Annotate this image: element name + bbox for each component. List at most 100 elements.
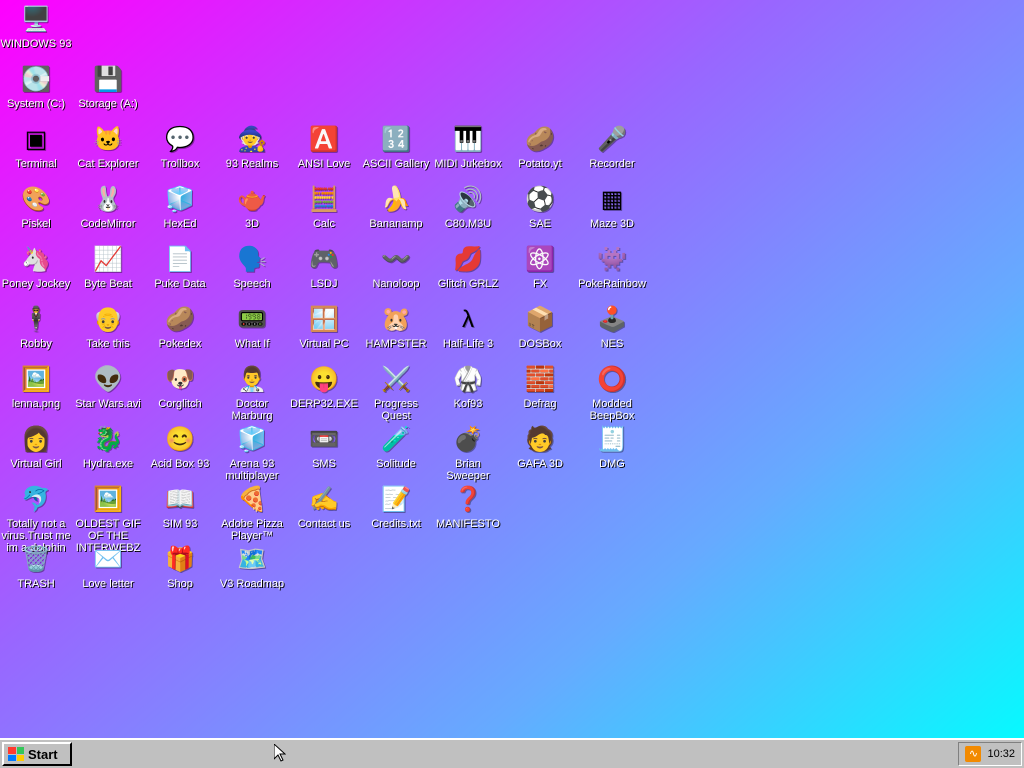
desktop-icon-label: Terminal — [15, 158, 57, 170]
taskbar: Start ∿ 10:32 — [0, 738, 1024, 768]
lips-icon: 💋 — [453, 246, 483, 273]
mine-icon: 💣 — [453, 426, 483, 453]
desktop-icon-sim-93[interactable]: 📖 SIM 93 — [144, 484, 216, 530]
desktop-icon-label: Speech — [233, 278, 271, 290]
drive-icon: 💽 — [21, 66, 51, 93]
desktop-icon-shop[interactable]: 🎁 Shop — [144, 544, 216, 590]
desktop-icon-label: ANSI Love — [297, 158, 351, 170]
desktop-icon-label: Star Wars.avi — [75, 398, 141, 410]
desktop-icon-pokedex[interactable]: 🥔 Pokedex — [144, 304, 216, 350]
desktop-icon-label: C80.M3U — [444, 218, 492, 230]
desktop-icon-3d[interactable]: 🫖 3D — [216, 184, 288, 230]
desktop-icon-acid-box-93[interactable]: 😊 Acid Box 93 — [144, 424, 216, 470]
desktop-icon-poney-jockey[interactable]: 🦄 Poney Jockey — [0, 244, 72, 290]
desktop-icon-derp32-exe[interactable]: 😛 DERP32.EXE — [288, 364, 360, 410]
desktop-icon-gafa-3d[interactable]: 🧑 GAFA 3D — [504, 424, 576, 470]
desktop-icon-half-life-3[interactable]: λ Half-Life 3 — [432, 304, 504, 350]
old-man-icon: 👴 — [93, 306, 123, 333]
desktop-icon-hexed[interactable]: 🧊 HexEd — [144, 184, 216, 230]
desktop-icon-glitch-grlz[interactable]: 💋 Glitch GRLZ — [432, 244, 504, 290]
desktop-icon-doctor-marburg[interactable]: 👨‍⚕️ Doctor Marburg — [216, 364, 288, 422]
desktop-icon-maze-3d[interactable]: ▦ Maze 3D — [576, 184, 648, 230]
desktop-icon-lsdj[interactable]: 🎮 LSDJ — [288, 244, 360, 290]
desktop-icon-label: Puke Data — [154, 278, 206, 290]
desktop-icon-contact-us[interactable]: ✍️ Contact us — [288, 484, 360, 530]
desktop-icon-love-letter[interactable]: ✉️ Love letter — [72, 544, 144, 590]
desktop-icon-solitude[interactable]: 🧪 Solitude — [360, 424, 432, 470]
text-file-icon: 📝 — [381, 486, 411, 513]
calculator-icon: 🧮 — [309, 186, 339, 213]
microphone-icon: 🎤 — [597, 126, 627, 153]
desktop-icon-arena-93-multiplayer[interactable]: 🧊 Arena 93 multiplayer — [216, 424, 288, 482]
desktop-icon-trollbox[interactable]: 💬 Trollbox — [144, 124, 216, 170]
desktop-icon-dosbox[interactable]: 📦 DOSBox — [504, 304, 576, 350]
desktop-icon-v3-roadmap[interactable]: 🗺️ V3 Roadmap — [216, 544, 288, 590]
desktop[interactable]: 🖥️ WINDOWS 93 💽 System (C:) 💾 Storage (A:) ▣ Te… — [0, 0, 1024, 738]
desktop-icon-speech[interactable]: 🗣️ Speech — [216, 244, 288, 290]
desktop-icon-manifesto[interactable]: ❓ MANIFESTO — [432, 484, 504, 530]
desktop-icon-label: MIDI Jukebox — [434, 158, 502, 170]
desktop-icon-lenna-png[interactable]: 🖼️ lenna.png — [0, 364, 72, 410]
smiley-icon: 😊 — [165, 426, 195, 453]
desktop-icon-adobe-pizza-player[interactable]: 🍕 Adobe Pizza Player™ — [216, 484, 288, 542]
desktop-icon-fx[interactable]: ⚛️ FX — [504, 244, 576, 290]
desktop-icon-sae[interactable]: ⚽ SAE — [504, 184, 576, 230]
desktop-icon-dmg[interactable]: 🧾 DMG — [576, 424, 648, 470]
desktop-icon-hampster[interactable]: 🐹 HAMPSTER — [360, 304, 432, 350]
desktop-icon-label: Pokedex — [158, 338, 202, 350]
desktop-icon-storage-a[interactable]: 💾 Storage (A:) — [72, 64, 144, 110]
desktop-icon-c80-m3u[interactable]: 🔊 C80.M3U — [432, 184, 504, 230]
desktop-icon-codemirror[interactable]: 🐰 CodeMirror — [72, 184, 144, 230]
desktop-icon-puke-data[interactable]: 📄 Puke Data — [144, 244, 216, 290]
desktop-icon-what-if[interactable]: 📟 What If — [216, 304, 288, 350]
desktop-icon-calc[interactable]: 🧮 Calc — [288, 184, 360, 230]
desktop-icon-ascii-gallery[interactable]: 🔢 ASCII Gallery — [360, 124, 432, 170]
desktop-icon-bananamp[interactable]: 🍌 Bananamp — [360, 184, 432, 230]
desktop-icon-credits-txt[interactable]: 📝 Credits.txt — [360, 484, 432, 530]
desktop-icon-ansi-love[interactable]: 🅰️ ANSI Love — [288, 124, 360, 170]
chat-bubble-icon: 💬 — [165, 126, 195, 153]
desktop-icon-label: System (C:) — [6, 98, 66, 110]
desktop-icon-93-realms[interactable]: 🧙 93 Realms — [216, 124, 288, 170]
desktop-icon-modded-beepbox[interactable]: ⭕ Modded BeepBox — [576, 364, 648, 422]
desktop-icon-terminal[interactable]: ▣ Terminal — [0, 124, 72, 170]
desktop-icon-midi-jukebox[interactable]: 🎹 MIDI Jukebox — [432, 124, 504, 170]
desktop-icon-cat-explorer[interactable]: 🐱 Cat Explorer — [72, 124, 144, 170]
desktop-icon-piskel[interactable]: 🎨 Piskel — [0, 184, 72, 230]
desktop-icon-byte-beat[interactable]: 📈 Byte Beat — [72, 244, 144, 290]
start-button[interactable]: Start — [2, 742, 72, 766]
desktop-icon-potato-yt[interactable]: 🥔 Potato.yt — [504, 124, 576, 170]
desktop-icon-kof93[interactable]: 🥋 Kof93 — [432, 364, 504, 410]
desktop-icon-corglitch[interactable]: 🐶 Corglitch — [144, 364, 216, 410]
desktop-icon-label: Potato.yt — [518, 158, 562, 170]
realms-icon: 🧙 — [237, 126, 267, 153]
desktop-icon-robby[interactable]: 🕴️ Robby — [0, 304, 72, 350]
desktop-icon-label: Hydra.exe — [82, 458, 134, 470]
desktop-icon-nanoloop[interactable]: 〰️ Nanoloop — [360, 244, 432, 290]
desktop-icon-virtual-girl[interactable]: 👩 Virtual Girl — [0, 424, 72, 470]
desktop-icon-pokerainbow[interactable]: 👾 PokeRainbow — [576, 244, 648, 290]
desktop-icon-sms[interactable]: 📼 SMS — [288, 424, 360, 470]
desktop-icon-virtual-pc[interactable]: 🪟 Virtual PC — [288, 304, 360, 350]
desktop-icon-hydra-exe[interactable]: 🐉 Hydra.exe — [72, 424, 144, 470]
desktop-icon-progress-quest[interactable]: ⚔️ Progress Quest — [360, 364, 432, 422]
desktop-icon-label: Modded BeepBox — [589, 398, 635, 422]
desktop-icon-star-wars-avi[interactable]: 👽 Star Wars.avi — [72, 364, 144, 410]
cube-icon: 🧊 — [237, 426, 267, 453]
desktop-icon-label: Half-Life 3 — [442, 338, 494, 350]
yoda-icon: 👽 — [93, 366, 123, 393]
desktop-icon-label: WINDOWS 93 — [0, 38, 72, 50]
clock: 10:32 — [987, 748, 1015, 760]
rss-icon[interactable]: ∿ — [965, 746, 982, 762]
desktop-icon-windows-93[interactable]: 🖥️ WINDOWS 93 — [0, 4, 72, 50]
desktop-icon-system-c[interactable]: 💽 System (C:) — [0, 64, 72, 110]
desktop-icon-take-this[interactable]: 👴 Take this — [72, 304, 144, 350]
pony-icon: 🦄 — [21, 246, 51, 273]
desktop-icon-recorder[interactable]: 🎤 Recorder — [576, 124, 648, 170]
desktop-icon-defrag[interactable]: 🧱 Defrag — [504, 364, 576, 410]
desktop-icon-trash[interactable]: 🗑️ TRASH — [0, 544, 72, 590]
desktop-icon-brian-sweeper[interactable]: 💣 Brian Sweeper — [432, 424, 504, 482]
desktop-icon-label: Brian Sweeper — [446, 458, 490, 482]
desktop-icon-label: DMG — [599, 458, 625, 470]
desktop-icon-nes[interactable]: 🕹️ NES — [576, 304, 648, 350]
